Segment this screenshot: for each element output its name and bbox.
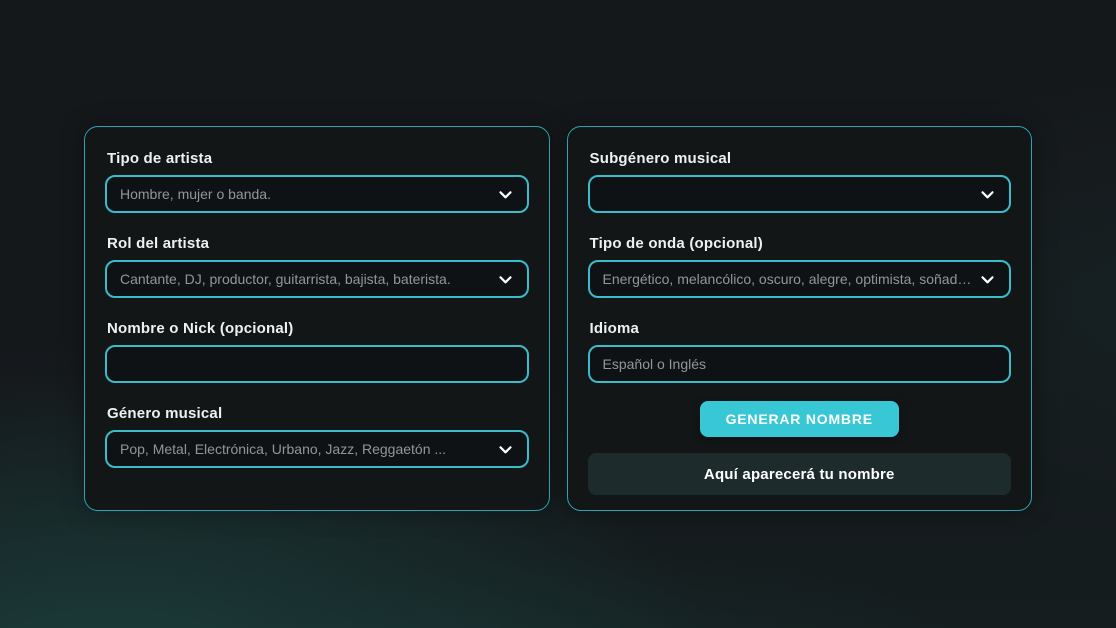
artist-type-label: Tipo de artista bbox=[107, 150, 527, 167]
vibe-select[interactable]: Energético, melancólico, oscuro, alegre,… bbox=[588, 260, 1012, 298]
generate-name-button[interactable]: GENERAR NOMBRE bbox=[700, 401, 899, 437]
artist-role-field-group: Rol del artista Cantante, DJ, productor,… bbox=[105, 235, 529, 298]
subgenre-select[interactable] bbox=[588, 175, 1012, 213]
language-field-group: Idioma bbox=[588, 320, 1012, 383]
name-nick-field-group: Nombre o Nick (opcional) bbox=[105, 320, 529, 383]
music-genre-field-group: Género musical Pop, Metal, Electrónica, … bbox=[105, 405, 529, 468]
name-nick-input[interactable] bbox=[105, 345, 529, 383]
artist-type-select[interactable]: Hombre, mujer o banda. bbox=[105, 175, 529, 213]
artist-type-field-group: Tipo de artista Hombre, mujer o banda. bbox=[105, 150, 529, 213]
subgenre-field-group: Subgénero musical bbox=[588, 150, 1012, 213]
artist-role-label: Rol del artista bbox=[107, 235, 527, 252]
subgenre-label: Subgénero musical bbox=[590, 150, 1010, 167]
vibe-label: Tipo de onda (opcional) bbox=[590, 235, 1010, 252]
name-nick-label: Nombre o Nick (opcional) bbox=[107, 320, 527, 337]
artist-type-placeholder: Hombre, mujer o banda. bbox=[120, 186, 277, 202]
language-input[interactable] bbox=[588, 345, 1012, 383]
artist-role-select[interactable]: Cantante, DJ, productor, guitarrista, ba… bbox=[105, 260, 529, 298]
chevron-down-icon bbox=[497, 441, 514, 458]
music-genre-placeholder: Pop, Metal, Electrónica, Urbano, Jazz, R… bbox=[120, 441, 452, 457]
generation-options-panel: Subgénero musical Tipo de onda (opcional… bbox=[567, 126, 1033, 511]
generated-name-result: Aquí aparecerá tu nombre bbox=[588, 453, 1012, 495]
music-genre-label: Género musical bbox=[107, 405, 527, 422]
language-label: Idioma bbox=[590, 320, 1010, 337]
vibe-placeholder: Energético, melancólico, oscuro, alegre,… bbox=[603, 271, 980, 287]
artist-info-panel: Tipo de artista Hombre, mujer o banda. R… bbox=[84, 126, 550, 511]
chevron-down-icon bbox=[497, 271, 514, 288]
vibe-field-group: Tipo de onda (opcional) Energético, mela… bbox=[588, 235, 1012, 298]
chevron-down-icon bbox=[497, 186, 514, 203]
music-genre-select[interactable]: Pop, Metal, Electrónica, Urbano, Jazz, R… bbox=[105, 430, 529, 468]
chevron-down-icon bbox=[979, 271, 996, 288]
generate-button-row: GENERAR NOMBRE bbox=[588, 401, 1012, 437]
chevron-down-icon bbox=[979, 186, 996, 203]
name-generator-form: Tipo de artista Hombre, mujer o banda. R… bbox=[84, 0, 1032, 511]
artist-role-placeholder: Cantante, DJ, productor, guitarrista, ba… bbox=[120, 271, 457, 287]
